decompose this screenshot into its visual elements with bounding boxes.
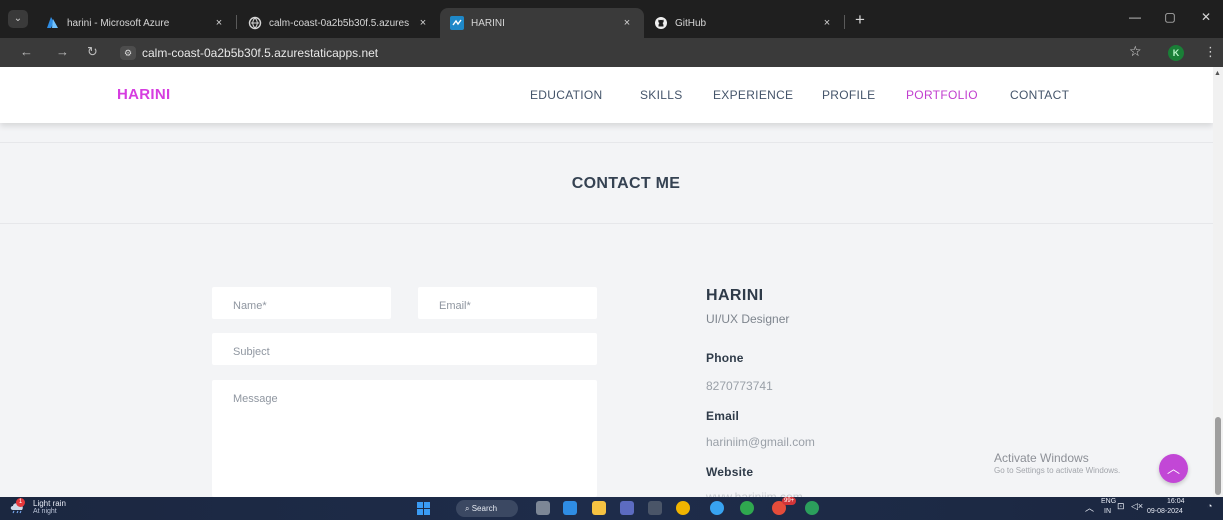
back-icon[interactable]: ← [20, 44, 33, 59]
search-label: Search [471, 504, 498, 513]
close-icon[interactable]: × [620, 17, 634, 29]
taskbar-search[interactable]: ⌕ Search [456, 500, 518, 517]
tab-github[interactable]: GitHub × [644, 8, 844, 38]
language-indicator[interactable]: ENG [1101, 498, 1116, 505]
vscode-icon[interactable] [563, 501, 577, 515]
profile-avatar[interactable]: K [1168, 45, 1184, 61]
activate-windows-subtitle: Go to Settings to activate Windows. [994, 466, 1121, 475]
windows-start-icon[interactable] [417, 502, 430, 515]
clock-date[interactable]: 09-08-2024 [1147, 508, 1183, 515]
website-label: Website [706, 465, 754, 479]
website-value[interactable]: www.hariniim.com [706, 489, 803, 497]
tab-title: harini - Microsoft Azure [67, 17, 170, 29]
nav-experience[interactable]: EXPERIENCE [713, 88, 793, 102]
site-info-icon[interactable]: ⚙ [120, 46, 136, 60]
tab-search-button[interactable]: ⌄ [8, 10, 28, 28]
close-icon[interactable]: × [820, 17, 834, 29]
site-header: HARINI EDUCATION SKILLS EXPERIENCE PROFI… [0, 67, 1213, 123]
weather-time: At night [33, 508, 57, 515]
message-textarea[interactable]: Message [212, 380, 597, 497]
phone-label: Phone [706, 351, 744, 365]
store-icon[interactable] [620, 501, 634, 515]
azure-icon [47, 17, 58, 28]
chrome-profile-icon[interactable] [740, 501, 754, 515]
notification-icon[interactable]: ◔ [1207, 501, 1212, 511]
new-tab-button[interactable]: + [850, 10, 870, 30]
tab-title: calm-coast-0a2b5b30f.5.azures [269, 17, 410, 29]
nav-skills[interactable]: SKILLS [640, 88, 683, 102]
name-input[interactable]: Name* [212, 287, 391, 319]
reload-icon[interactable]: ↻ [87, 44, 98, 60]
tab-calm-coast[interactable]: calm-coast-0a2b5b30f.5.azures × [238, 8, 440, 38]
network-icon[interactable]: ⊡ [1117, 501, 1125, 512]
nav-profile[interactable]: PROFILE [822, 88, 875, 102]
url-text[interactable]: calm-coast-0a2b5b30f.5.azurestaticapps.n… [142, 46, 378, 60]
nav-contact[interactable]: CONTACT [1010, 88, 1069, 102]
tab-title: GitHub [675, 17, 707, 29]
subject-placeholder: Subject [233, 346, 270, 358]
clock-time[interactable]: 16:04 [1167, 498, 1185, 505]
tab-harini[interactable]: HARINI × [440, 8, 644, 38]
site-logo[interactable]: HARINI [117, 86, 170, 103]
close-window-button[interactable]: ✕ [1196, 10, 1216, 24]
scroll-to-top-button[interactable]: ︿ [1159, 454, 1188, 483]
globe-icon [248, 16, 262, 30]
email-label: Email [706, 409, 740, 423]
weather-condition[interactable]: Light rain [33, 499, 66, 508]
forward-icon[interactable]: → [56, 44, 69, 59]
terminal-icon[interactable] [648, 501, 662, 515]
phone-value: 8270773741 [706, 379, 773, 393]
close-icon[interactable]: × [212, 17, 226, 29]
windows-taskbar: 1 Light rain At night ⌕ Search 99+ ︿ ENG… [0, 497, 1223, 520]
tab-separator [844, 15, 845, 29]
tab-separator [236, 15, 237, 29]
task-view-icon[interactable] [536, 501, 550, 515]
region-indicator: IN [1104, 508, 1111, 515]
teams-icon[interactable] [710, 501, 724, 515]
site-favicon-icon [450, 16, 464, 30]
github-icon [655, 17, 667, 29]
nav-portfolio[interactable]: PORTFOLIO [906, 88, 978, 102]
subject-input[interactable]: Subject [212, 333, 597, 365]
chrome-profile-3-icon[interactable] [805, 501, 819, 515]
section-title-band: CONTACT ME [0, 142, 1213, 224]
page-viewport: HARINI EDUCATION SKILLS EXPERIENCE PROFI… [0, 67, 1213, 497]
volume-icon[interactable]: ◁× [1131, 501, 1143, 512]
browser-tab-strip: ⌄ harini - Microsoft Azure × calm-coast-… [0, 0, 1223, 38]
email-input[interactable]: Email* [418, 287, 597, 319]
maximize-button[interactable]: ▢ [1160, 10, 1180, 24]
browser-menu-icon[interactable]: ⋮ [1204, 44, 1217, 60]
nav-education[interactable]: EDUCATION [530, 88, 602, 102]
weather-alert-badge: 1 [16, 498, 25, 507]
tab-title: HARINI [471, 17, 505, 29]
bookmark-star-icon[interactable]: ☆ [1129, 43, 1142, 60]
tab-azure[interactable]: harini - Microsoft Azure × [36, 8, 236, 38]
notification-badge: 99+ [782, 497, 797, 505]
activate-windows-title: Activate Windows [994, 451, 1089, 465]
scrollbar-thumb[interactable] [1215, 417, 1221, 495]
email-placeholder: Email* [439, 300, 471, 312]
omnibox[interactable]: ⚙ calm-coast-0a2b5b30f.5.azurestaticapps… [112, 42, 1118, 64]
scroll-up-arrow-icon[interactable]: ▲ [1214, 70, 1221, 77]
address-bar: ← → ↻ ⚙ calm-coast-0a2b5b30f.5.azurestat… [0, 38, 1223, 67]
name-placeholder: Name* [233, 300, 267, 312]
message-placeholder: Message [233, 393, 278, 405]
contact-name: HARINI [706, 287, 764, 304]
search-icon: ⌕ [465, 504, 472, 513]
chrome-icon[interactable] [676, 501, 690, 515]
contact-role: UI/UX Designer [706, 312, 790, 326]
file-explorer-icon[interactable] [592, 501, 606, 515]
minimize-button[interactable]: — [1125, 10, 1145, 24]
tray-chevron-icon[interactable]: ︿ [1085, 501, 1094, 514]
section-title: CONTACT ME [571, 175, 681, 192]
chevron-up-icon: ︿ [1166, 461, 1180, 476]
email-value[interactable]: hariniim@gmail.com [706, 435, 815, 449]
close-icon[interactable]: × [416, 17, 430, 29]
